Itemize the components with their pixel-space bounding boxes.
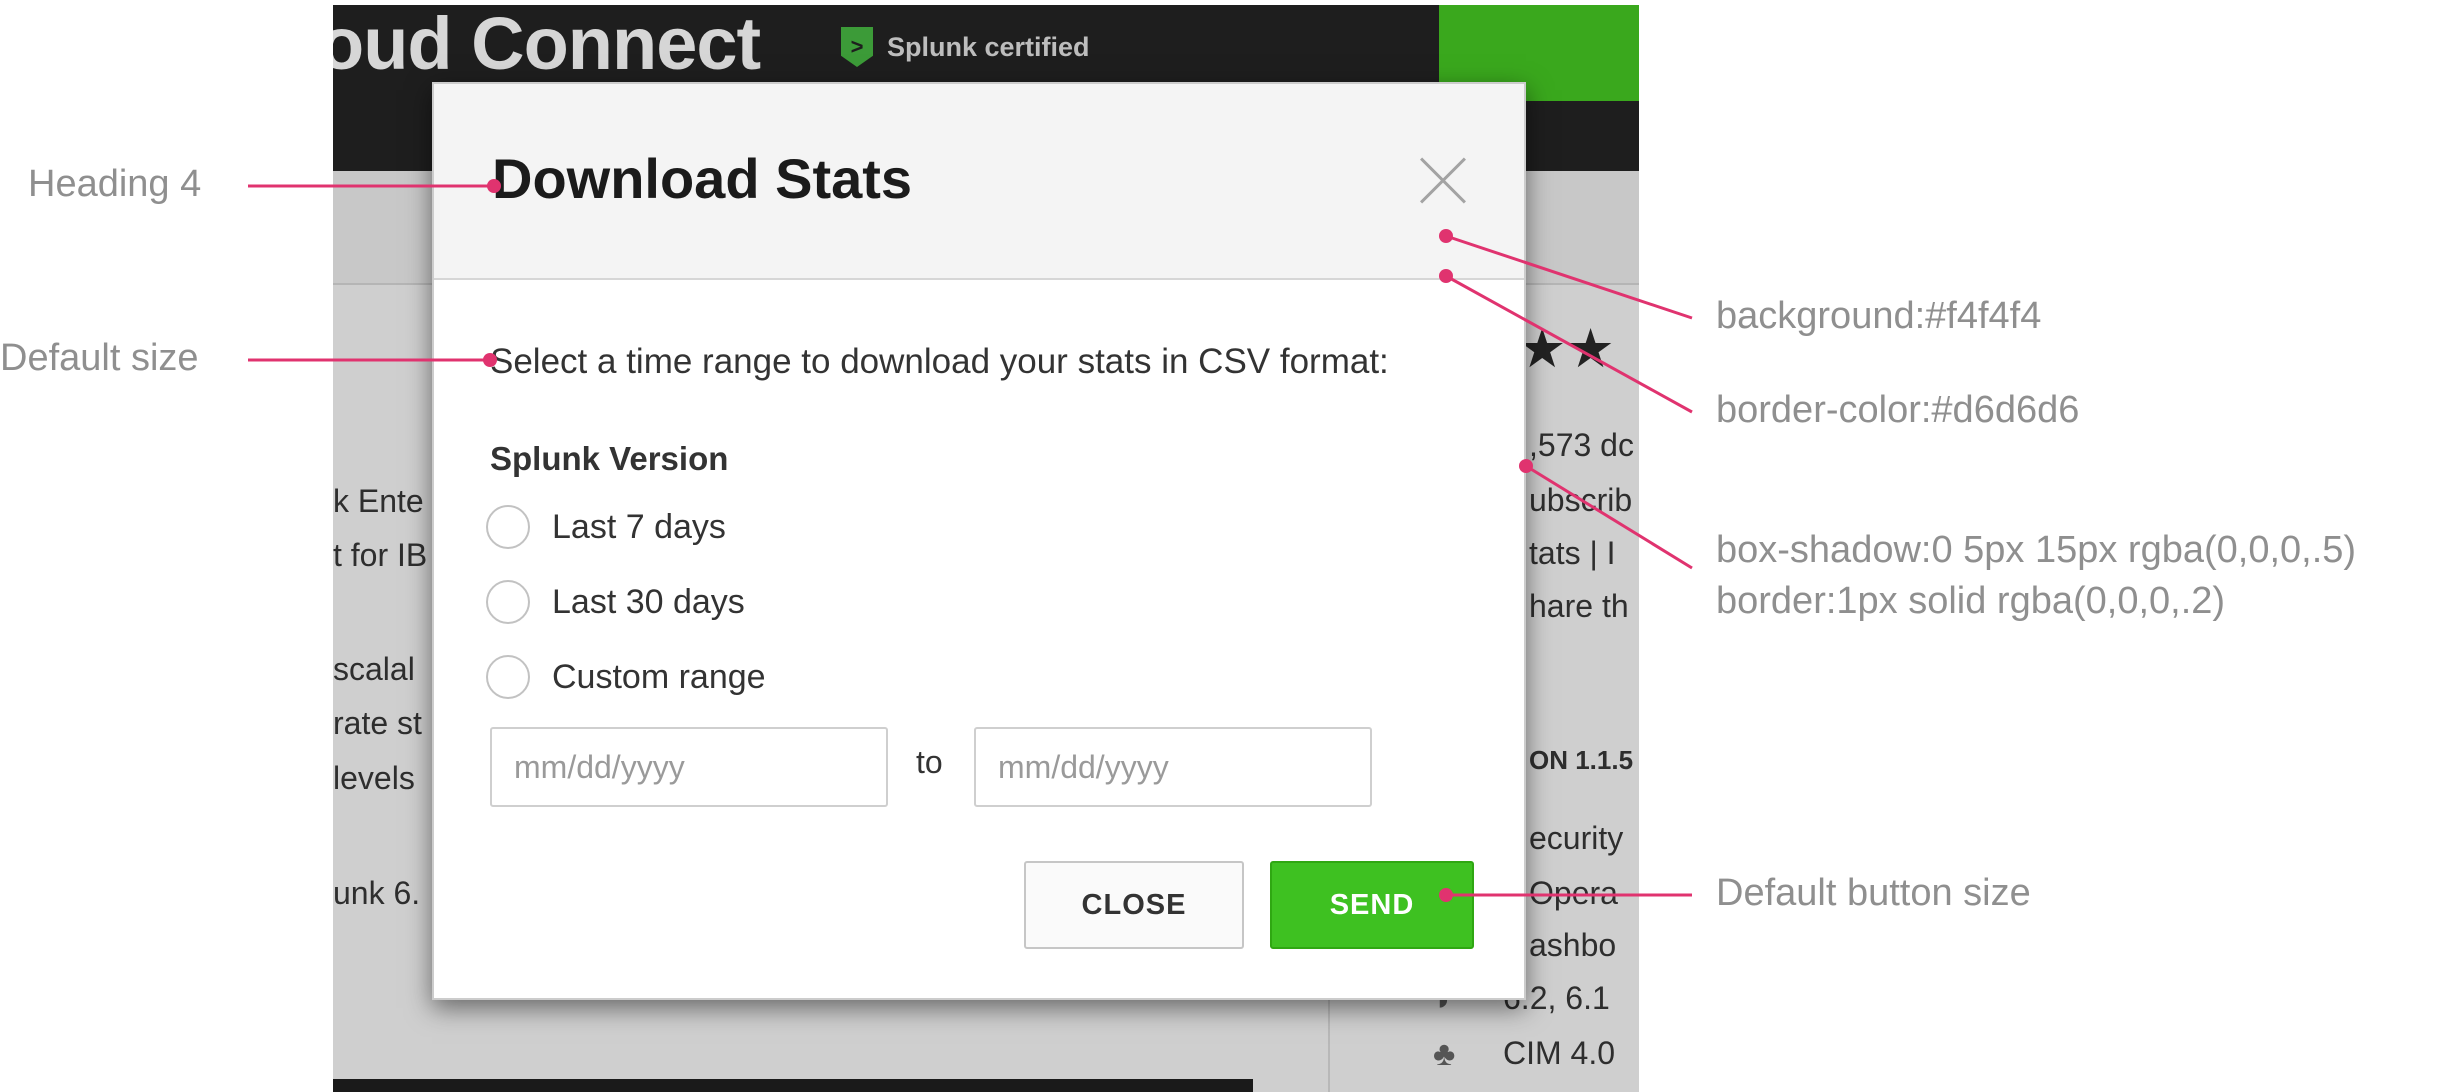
annotation-default-size: Default size: [0, 337, 199, 379]
annotation-background: background:#f4f4f4: [1716, 295, 2042, 337]
annotation-line-border-color: [1445, 274, 1693, 414]
annotation-heading: Heading 4: [28, 163, 202, 205]
annotation-border: border:1px solid rgba(0,0,0,.2): [1716, 580, 2226, 622]
annotation-dot: [487, 179, 501, 193]
annotation-box-shadow: box-shadow:0 5px 15px rgba(0,0,0,.5): [1716, 529, 2357, 571]
annotation-dot: [1439, 229, 1453, 243]
annotation-dot: [1439, 269, 1453, 283]
annotation-line-background: [1445, 234, 1693, 320]
annotation-dot: [483, 353, 497, 367]
annotation-line-box-shadow: [1525, 464, 1693, 570]
annotation-border-color: border-color:#d6d6d6: [1716, 389, 2080, 431]
annotation-dot: [1519, 459, 1533, 473]
annotation-dot: [1439, 888, 1453, 902]
annotation-default-button-size: Default button size: [1716, 872, 2031, 914]
